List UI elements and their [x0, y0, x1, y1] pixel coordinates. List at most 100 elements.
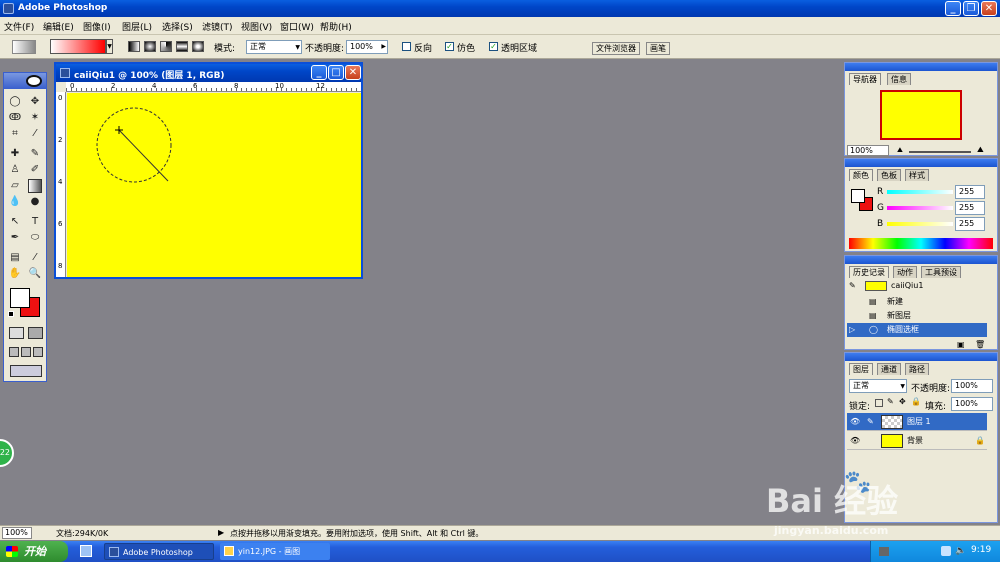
- red-slider[interactable]: [887, 190, 953, 194]
- tab-swatches[interactable]: 色板: [877, 169, 901, 181]
- menu-file[interactable]: 文件(F): [4, 20, 34, 33]
- close-icon[interactable]: ✕: [981, 1, 997, 16]
- tab-history[interactable]: 历史记录: [849, 266, 889, 278]
- tab-navigator[interactable]: 导航器: [849, 73, 881, 85]
- linear-gradient-icon[interactable]: [128, 41, 140, 52]
- reflected-gradient-icon[interactable]: [176, 41, 188, 52]
- blue-input[interactable]: 255: [955, 217, 985, 231]
- menu-window[interactable]: 窗口(W): [280, 20, 314, 33]
- history-brush-icon[interactable]: ✐: [28, 163, 42, 177]
- gradient-swatch[interactable]: [50, 39, 106, 54]
- minimize-icon[interactable]: _: [945, 1, 961, 16]
- screen-mode-1-icon[interactable]: [9, 347, 19, 357]
- layer-row[interactable]: 👁 ✎ 图层 1: [847, 413, 987, 431]
- eyedropper-icon[interactable]: ⁄: [28, 251, 42, 265]
- clone-stamp-icon[interactable]: ♙: [8, 163, 22, 177]
- slice-tool-icon[interactable]: ⁄: [28, 127, 42, 141]
- color-spectrum[interactable]: [849, 238, 993, 249]
- notes-tool-icon[interactable]: ▤: [8, 251, 22, 265]
- menu-image[interactable]: 图像(I): [83, 20, 111, 33]
- shape-tool-icon[interactable]: ⬭: [28, 231, 42, 245]
- tab-color[interactable]: 颜色: [849, 169, 873, 181]
- lock-transparent-icon[interactable]: [875, 399, 883, 407]
- green-slider[interactable]: [887, 206, 953, 210]
- blue-slider[interactable]: [887, 222, 953, 226]
- gradient-tool-preset-icon[interactable]: [12, 40, 36, 54]
- menu-help[interactable]: 帮助(H): [320, 20, 352, 33]
- tab-tool-presets[interactable]: 工具预设: [921, 266, 961, 278]
- menu-select[interactable]: 选择(S): [162, 20, 193, 33]
- tab-file-browser[interactable]: 文件浏览器: [592, 42, 640, 55]
- fill-input[interactable]: 100%: [951, 397, 993, 411]
- eye-icon[interactable]: 👁: [850, 413, 860, 431]
- radial-gradient-icon[interactable]: [144, 41, 156, 52]
- brush-tool-icon[interactable]: ✎: [28, 147, 42, 161]
- lasso-tool-icon[interactable]: ↂ: [8, 111, 22, 125]
- move-tool-icon[interactable]: ✥: [28, 95, 42, 109]
- tab-channels[interactable]: 通道: [877, 363, 901, 375]
- tray-icon[interactable]: [879, 547, 889, 556]
- crop-tool-icon[interactable]: ⌗: [8, 127, 22, 141]
- trash-icon[interactable]: 🗑: [975, 340, 985, 349]
- lock-brush-icon[interactable]: ✎: [887, 397, 894, 406]
- blur-tool-icon[interactable]: 💧: [8, 195, 22, 209]
- new-document-icon[interactable]: ▣: [957, 340, 965, 349]
- navigator-zoom[interactable]: 100%: [847, 145, 889, 156]
- standard-mode-icon[interactable]: [9, 327, 24, 339]
- reverse-checkbox[interactable]: [402, 42, 411, 51]
- gradient-dropdown-icon[interactable]: ▼: [106, 39, 113, 54]
- list-item[interactable]: ▷ ◯ 椭圆选框: [847, 323, 987, 337]
- play-icon[interactable]: ▶: [218, 528, 224, 537]
- eraser-tool-icon[interactable]: ▱: [8, 179, 22, 193]
- transparency-checkbox[interactable]: ✓: [489, 42, 498, 51]
- tab-info[interactable]: 信息: [887, 73, 911, 85]
- marquee-tool-icon[interactable]: ◯: [8, 95, 22, 109]
- green-input[interactable]: 255: [955, 201, 985, 215]
- path-select-icon[interactable]: ↖: [8, 215, 22, 229]
- task-paint[interactable]: yin12.JPG - 画图: [220, 543, 330, 560]
- layer-opacity-input[interactable]: 100%: [951, 379, 993, 393]
- gradient-tool-icon[interactable]: [28, 179, 42, 193]
- zoom-in-icon[interactable]: ⛰: [977, 145, 984, 155]
- eye-icon[interactable]: 👁: [850, 432, 860, 450]
- speaker-icon[interactable]: 🔈: [955, 546, 966, 556]
- layer-row[interactable]: 👁 背景 🔒: [847, 432, 987, 450]
- canvas[interactable]: [67, 93, 361, 277]
- task-photoshop[interactable]: Adobe Photoshop: [104, 543, 214, 560]
- menu-edit[interactable]: 编辑(E): [43, 20, 74, 33]
- status-zoom[interactable]: 100%: [2, 527, 32, 539]
- lock-icon[interactable]: 🔒: [911, 397, 921, 406]
- diamond-gradient-icon[interactable]: [192, 41, 204, 52]
- healing-brush-icon[interactable]: ✚: [8, 147, 22, 161]
- tab-actions[interactable]: 动作: [893, 266, 917, 278]
- tab-brushes[interactable]: 画笔: [646, 42, 670, 55]
- dither-checkbox[interactable]: ✓: [445, 42, 454, 51]
- list-item[interactable]: ▤ 新图层: [847, 309, 987, 323]
- menu-filter[interactable]: 滤镜(T): [202, 20, 233, 33]
- pen-tool-icon[interactable]: ✒: [8, 231, 22, 245]
- quick-launch-icon[interactable]: [80, 545, 92, 557]
- start-button[interactable]: 开始: [0, 541, 68, 562]
- hand-tool-icon[interactable]: ✋: [8, 267, 22, 281]
- zoom-slider[interactable]: [909, 151, 971, 153]
- navigator-thumbnail[interactable]: [880, 90, 962, 140]
- network-icon[interactable]: [941, 546, 951, 556]
- zoom-out-icon[interactable]: ⛰: [897, 146, 903, 155]
- quick-mask-icon[interactable]: [28, 327, 43, 339]
- angle-gradient-icon[interactable]: [160, 41, 172, 52]
- opacity-input[interactable]: 100% ▶: [346, 40, 388, 54]
- default-colors-icon[interactable]: [8, 311, 14, 317]
- color-fg-swatch[interactable]: [851, 189, 865, 203]
- red-input[interactable]: 255: [955, 185, 985, 199]
- history-snapshot[interactable]: ✎ caiiQiu1: [847, 279, 987, 293]
- doc-close-icon[interactable]: ✕: [345, 65, 361, 80]
- imageready-jump-icon[interactable]: [10, 365, 42, 377]
- type-tool-icon[interactable]: T: [28, 215, 42, 229]
- list-item[interactable]: ▤ 新建: [847, 295, 987, 309]
- lock-move-icon[interactable]: ✥: [899, 397, 906, 406]
- doc-minimize-icon[interactable]: _: [311, 65, 327, 80]
- menu-layer[interactable]: 图层(L): [122, 20, 152, 33]
- mode-select[interactable]: 正常 ▼: [246, 40, 302, 54]
- blend-mode-select[interactable]: 正常 ▼: [849, 379, 907, 393]
- tab-paths[interactable]: 路径: [905, 363, 929, 375]
